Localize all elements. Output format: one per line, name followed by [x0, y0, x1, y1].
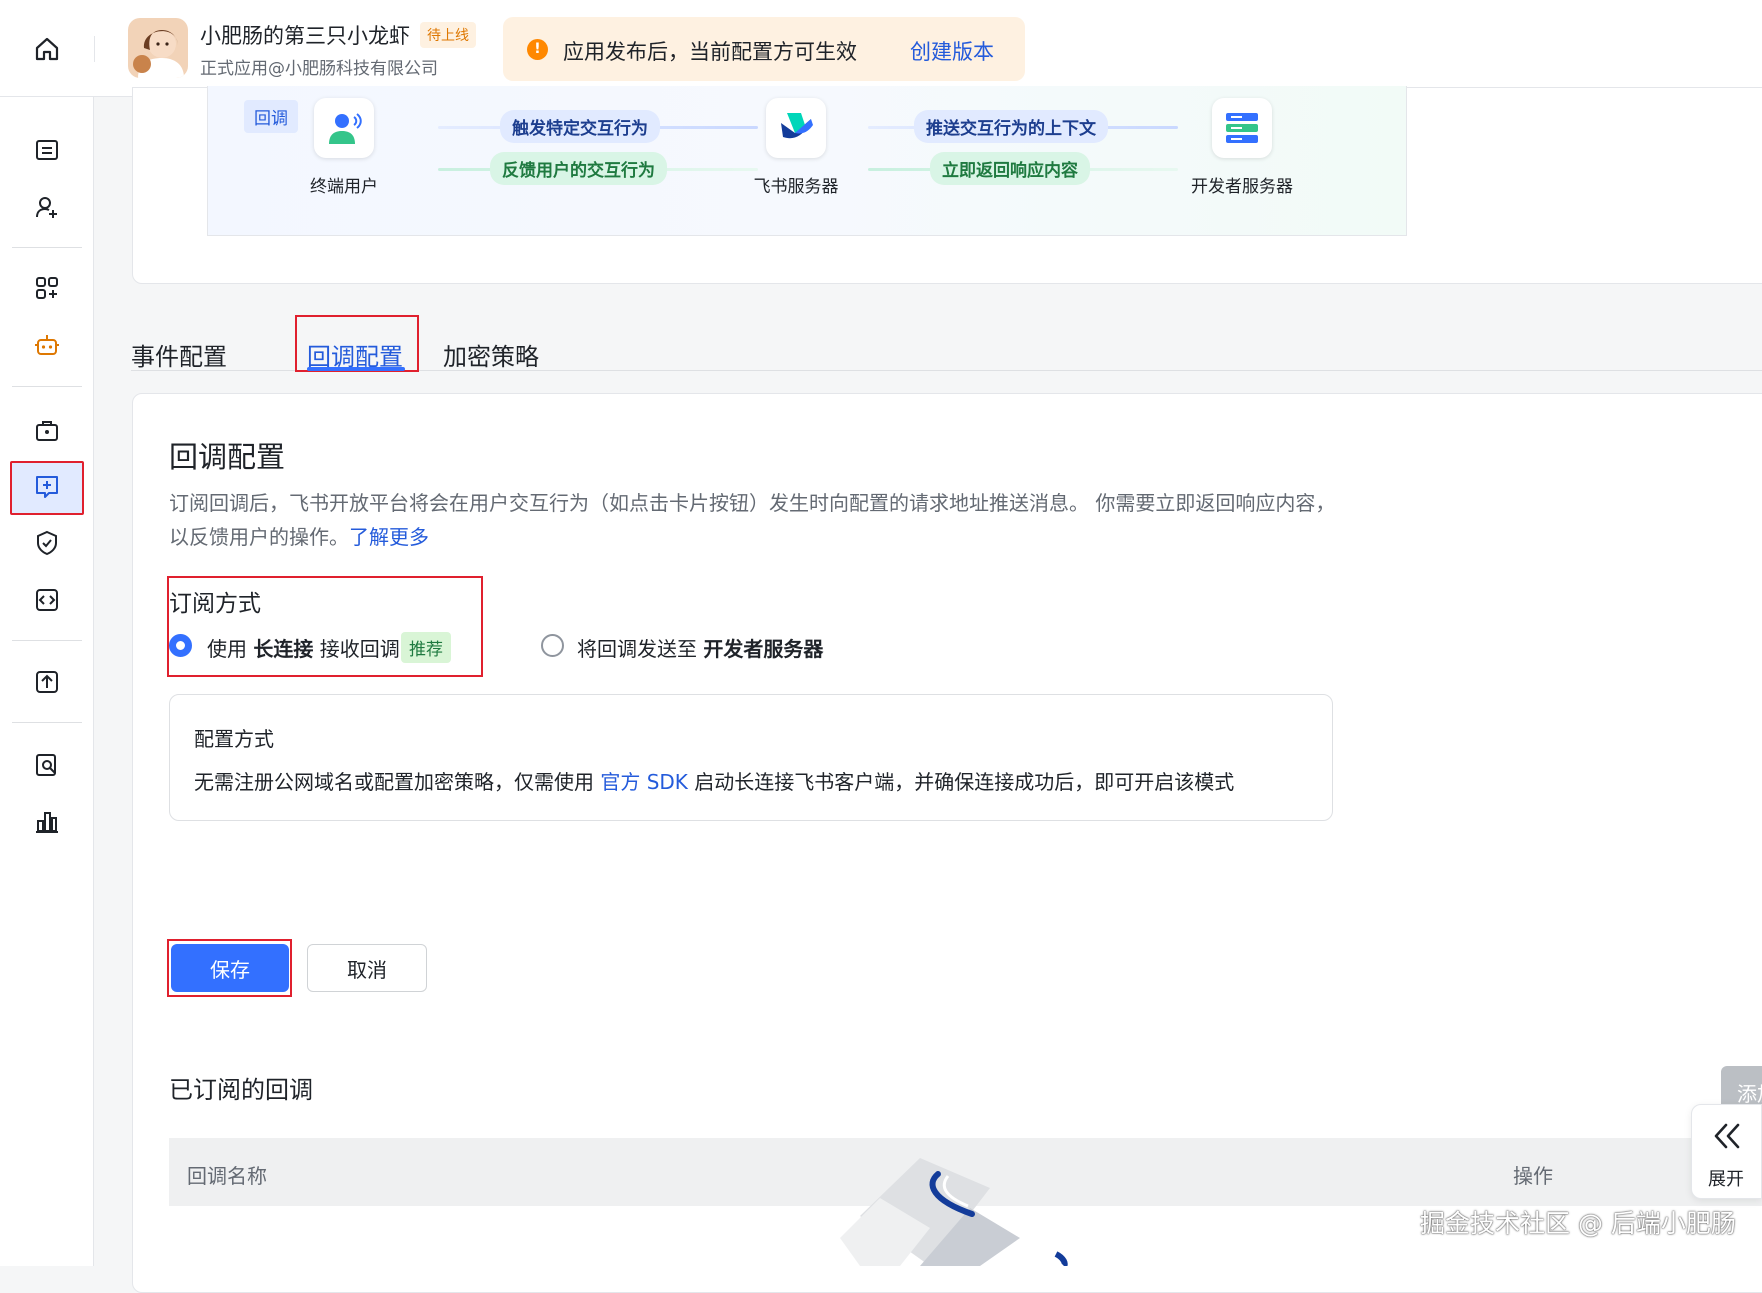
flow-arrow-label: 立即返回响应内容	[930, 152, 1090, 185]
flow-arrow-label: 触发特定交互行为	[500, 110, 660, 143]
config-tabs: 事件配置 回调配置 加密策略	[131, 315, 1762, 372]
flow-tag: 回调	[244, 100, 298, 133]
official-sdk-link[interactable]: 官方 SDK	[600, 770, 688, 794]
app-subtitle: 正式应用@小肥肠科技有限公司	[200, 59, 438, 79]
basic-info-icon[interactable]	[27, 130, 67, 170]
sidebar	[0, 97, 94, 1266]
tab-event-config[interactable]: 事件配置	[131, 337, 227, 372]
save-button[interactable]: 保存	[171, 944, 289, 992]
flow-node-label: 飞书服务器	[753, 177, 839, 197]
bot-icon[interactable]	[27, 325, 67, 365]
column-header-actions: 操作	[1513, 1164, 1553, 1188]
security-shield-icon[interactable]	[27, 523, 67, 563]
upload-version-icon[interactable]	[27, 662, 67, 702]
search-doc-icon[interactable]	[27, 745, 67, 785]
section-title: 回调配置	[169, 440, 286, 474]
radio-developer-server[interactable]	[541, 634, 564, 657]
radio-label-long-connection[interactable]: 使用 长连接 接收回调	[207, 633, 400, 662]
flow-arrow-label: 反馈用户的交互行为	[490, 152, 667, 185]
feishu-server-icon	[766, 98, 826, 158]
sidebar-divider	[12, 247, 82, 248]
flow-diagram: 回调 终端用户 触发特定交互行为 反馈用户的交互行为 飞书服务器 推送交互行为的…	[207, 86, 1407, 236]
section-description: 订阅回调后，飞书开放平台将会在用户交互行为（如点击卡片按钮）发生时向配置的请求地…	[169, 491, 1336, 549]
column-header-name: 回调名称	[187, 1164, 267, 1188]
active-tab-indicator	[307, 367, 405, 371]
cancel-button[interactable]: 取消	[307, 944, 427, 992]
flow-arrow-label: 推送交互行为的上下文	[914, 110, 1108, 143]
learn-more-link[interactable]: 了解更多	[349, 525, 429, 549]
add-member-icon[interactable]	[27, 187, 67, 227]
sidebar-divider	[12, 386, 82, 387]
create-version-link[interactable]: 创建版本	[910, 36, 994, 66]
app-avatar[interactable]	[128, 18, 188, 78]
callback-flow-card: 回调 终端用户 触发特定交互行为 反馈用户的交互行为 飞书服务器 推送交互行为的…	[132, 86, 1762, 284]
empty-state-illustration	[820, 1158, 1080, 1269]
radio-label-developer-server[interactable]: 将回调发送至 开发者服务器	[577, 633, 823, 662]
publish-notice: ! 应用发布后，当前配置方可生效 创建版本	[503, 17, 1025, 81]
expand-panel-button[interactable]: 展开	[1691, 1104, 1762, 1199]
sidebar-divider	[12, 640, 82, 641]
notice-text: 应用发布后，当前配置方可生效	[563, 40, 857, 64]
subscribed-callbacks-title: 已订阅的回调	[169, 1076, 313, 1104]
end-user-icon	[314, 98, 374, 158]
recommended-tag: 推荐	[401, 632, 451, 663]
permission-icon[interactable]	[27, 410, 67, 450]
main-content: 回调 终端用户 触发特定交互行为 反馈用户的交互行为 飞书服务器 推送交互行为的…	[94, 86, 1762, 1293]
bar-chart-icon[interactable]	[27, 802, 67, 842]
developer-server-icon	[1212, 98, 1272, 158]
subscription-label: 订阅方式	[169, 591, 261, 617]
home-icon[interactable]	[28, 30, 66, 68]
flow-node-label: 开发者服务器	[1191, 177, 1293, 197]
flow-node-label: 终端用户	[310, 177, 378, 197]
code-icon[interactable]	[27, 580, 67, 620]
tab-encryption[interactable]: 加密策略	[443, 337, 539, 372]
divider	[94, 36, 95, 62]
sidebar-divider	[12, 722, 82, 723]
double-chevron-left-icon	[1710, 1119, 1744, 1159]
warning-icon: !	[527, 39, 548, 60]
top-bar: 小肥肠的第三只小龙虾 待上线 正式应用@小肥肠科技有限公司 ! 应用发布后，当前…	[0, 0, 1762, 97]
radio-long-connection[interactable]	[169, 634, 192, 657]
config-mode-box: 配置方式 无需注册公网域名或配置加密策略，仅需使用 官方 SDK 启动长连接飞书…	[169, 694, 1333, 821]
add-capability-icon[interactable]	[27, 268, 67, 308]
status-badge: 待上线	[420, 22, 476, 48]
mode-title: 配置方式	[194, 727, 274, 751]
watermark: 掘金技术社区 @ 后端小肥肠	[1420, 1209, 1736, 1238]
mode-text: 无需注册公网域名或配置加密策略，仅需使用 官方 SDK 启动长连接飞书客户端，并…	[194, 770, 1235, 794]
app-name: 小肥肠的第三只小龙虾	[200, 24, 410, 48]
events-callbacks-icon[interactable]	[27, 466, 67, 506]
expand-label: 展开	[1708, 1169, 1744, 1190]
